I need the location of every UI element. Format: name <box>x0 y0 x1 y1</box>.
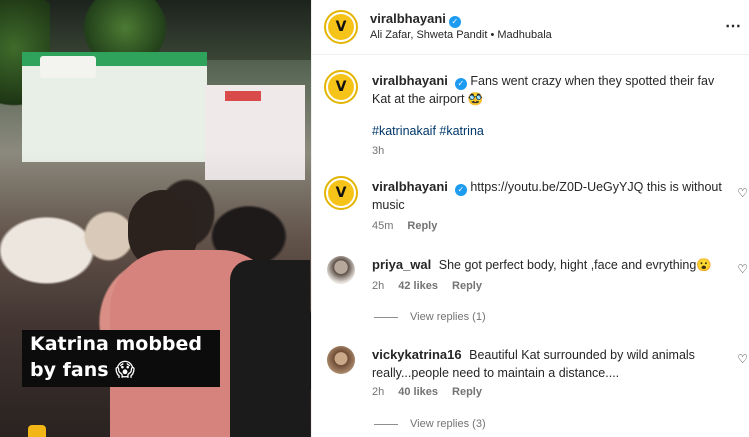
media-caption-line-2: by fans 😱 <box>30 359 135 381</box>
media-logo-corner <box>28 425 46 437</box>
verified-icon: ✓ <box>454 78 467 90</box>
caption-hashtags[interactable]: #katrinakaif #katrina <box>372 122 722 140</box>
comment-username[interactable]: viralbhayani <box>372 179 448 194</box>
comment-reply-button[interactable]: Reply <box>452 280 482 292</box>
like-heart-icon[interactable]: ♡ <box>737 262 748 276</box>
post-media[interactable]: Katrina mobbed by fans 😱 <box>0 0 311 437</box>
view-replies-button[interactable]: View replies (3) <box>374 418 486 430</box>
comment-body: She got perfect body, hight ,face and ev… <box>438 258 712 272</box>
comment-time: 45m <box>372 220 394 232</box>
view-replies-label: View replies (1) <box>410 311 486 323</box>
caption-username[interactable]: viralbhayani <box>372 73 448 88</box>
comment-text: vickykatrina16 Beautiful Kat surrounded … <box>372 346 722 382</box>
like-heart-icon[interactable]: ♡ <box>737 186 748 200</box>
comment-meta: 2h 42 likes Reply <box>372 280 496 292</box>
logo-icon: V <box>328 180 354 206</box>
header-audio-subtitle[interactable]: Ali Zafar, Shweta Pandit • Madhubala <box>370 29 552 41</box>
verified-icon: ✓ <box>454 184 467 196</box>
caption-text: viralbhayani ✓ Fans went crazy when they … <box>372 72 722 108</box>
header-username-wrap: viralbhayani ✓ <box>370 11 461 28</box>
comment-time: 2h <box>372 386 385 398</box>
media-backpack <box>230 260 310 437</box>
comment-text: viralbhayani ✓ https://youtu.be/Z0D-UeGyY… <box>372 178 722 214</box>
comment-avatar[interactable]: V <box>324 176 358 210</box>
more-options-icon[interactable]: ⋯ <box>725 16 742 36</box>
post-details-panel: V viralbhayani ✓ Ali Zafar, Shweta Pandit… <box>311 0 749 437</box>
media-booth-sign <box>225 91 261 101</box>
header-username[interactable]: viralbhayani <box>370 11 446 26</box>
like-heart-icon[interactable]: ♡ <box>737 352 748 366</box>
media-kiosk-sign <box>40 56 96 78</box>
comment-avatar[interactable] <box>327 256 355 284</box>
logo-icon: V <box>328 74 354 100</box>
header-avatar[interactable]: V <box>324 10 358 44</box>
media-caption: Katrina mobbed by fans 😱 <box>22 330 220 387</box>
view-replies-line <box>374 316 398 318</box>
comment-avatar[interactable] <box>327 346 355 374</box>
view-replies-line <box>374 423 398 425</box>
logo-icon: V <box>328 14 354 40</box>
comment-likes[interactable]: 40 likes <box>398 386 438 398</box>
comment-text: priya_wal She got perfect body, hight ,f… <box>372 256 722 274</box>
media-caption-line-1: Katrina mobbed <box>30 333 203 355</box>
comment-time: 2h <box>372 280 385 292</box>
comment-likes[interactable]: 42 likes <box>398 280 438 292</box>
view-replies-label: View replies (3) <box>410 418 486 430</box>
comment-username[interactable]: vickykatrina16 <box>372 347 462 362</box>
caption-avatar[interactable]: V <box>324 70 358 104</box>
comment-meta: 45m Reply <box>372 220 451 232</box>
comment-reply-button[interactable]: Reply <box>452 386 482 398</box>
post-header: V viralbhayani ✓ Ali Zafar, Shweta Pandit… <box>312 0 749 55</box>
verified-icon: ✓ <box>448 16 461 28</box>
comment-username[interactable]: priya_wal <box>372 257 431 272</box>
comment-meta: 2h 40 likes Reply <box>372 386 496 398</box>
caption-time: 3h <box>372 145 385 157</box>
view-replies-button[interactable]: View replies (1) <box>374 311 486 323</box>
comment-reply-button[interactable]: Reply <box>407 220 437 232</box>
